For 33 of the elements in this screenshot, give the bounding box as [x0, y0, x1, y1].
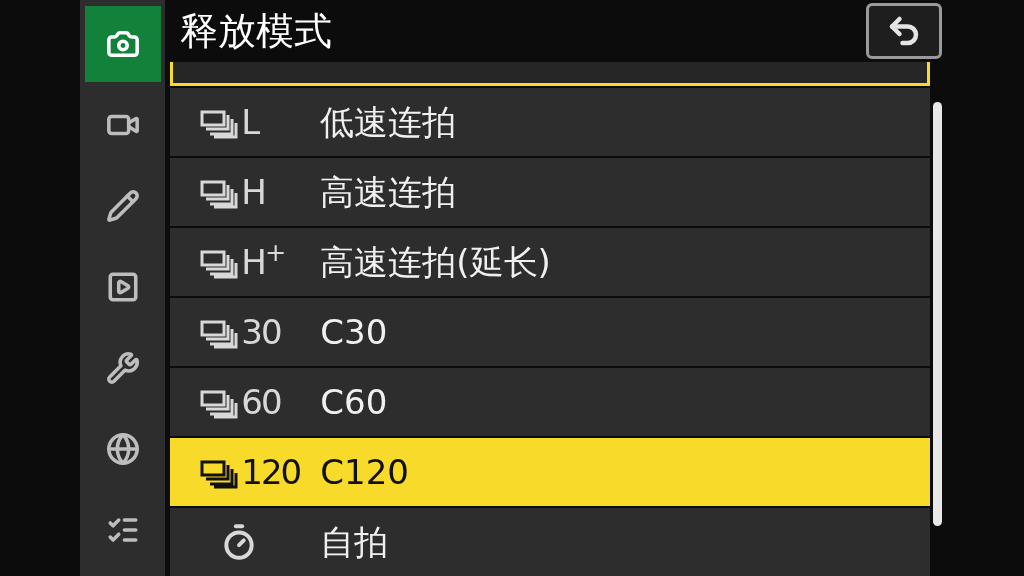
menu-item-label: C120: [320, 450, 409, 494]
menu-title: 释放模式: [180, 7, 333, 55]
pencil-icon: [105, 189, 140, 223]
mode-code: L: [241, 105, 259, 139]
menu-item[interactable]: H$^{+}$ 高速连拍(延长): [170, 228, 931, 296]
mode-code: H: [241, 175, 265, 209]
burst-frames-icon: [200, 249, 241, 279]
globe-icon: [105, 432, 140, 466]
menu-item-label: 低速连拍: [320, 100, 457, 144]
burst-frames-icon: [200, 459, 241, 489]
menu-item-label: C60: [320, 380, 388, 424]
menu-item[interactable]: 60 C60: [170, 368, 931, 436]
play-icon: [105, 270, 140, 304]
burst-frames-icon: [200, 319, 241, 349]
burst-frames-icon: [200, 179, 241, 209]
mode-code: H$^{+}$: [241, 245, 285, 279]
back-button[interactable]: [866, 3, 943, 59]
mode-code: 60: [241, 385, 281, 419]
menu-item[interactable]: 自拍: [170, 508, 931, 576]
menu-item[interactable]: 30 C30: [170, 298, 931, 366]
menu-item-label: C30: [320, 310, 388, 354]
menu-item[interactable]: H 高速连拍: [170, 158, 931, 226]
wrench-icon: [105, 351, 140, 385]
mode-code: 30: [241, 315, 281, 349]
menu-item[interactable]: 120 C120: [170, 438, 931, 506]
menu-item-label: 自拍: [320, 520, 389, 564]
mode-code: 120: [241, 455, 301, 489]
burst-frames-icon: [200, 389, 241, 419]
menu-item-label: 高速连拍: [320, 170, 457, 214]
menu-tab[interactable]: [84, 6, 161, 82]
burst-frames-icon: [200, 109, 241, 139]
menu-item[interactable]: L 低速连拍: [170, 88, 931, 156]
menu-item-label: 高速连拍(延长): [320, 240, 551, 284]
